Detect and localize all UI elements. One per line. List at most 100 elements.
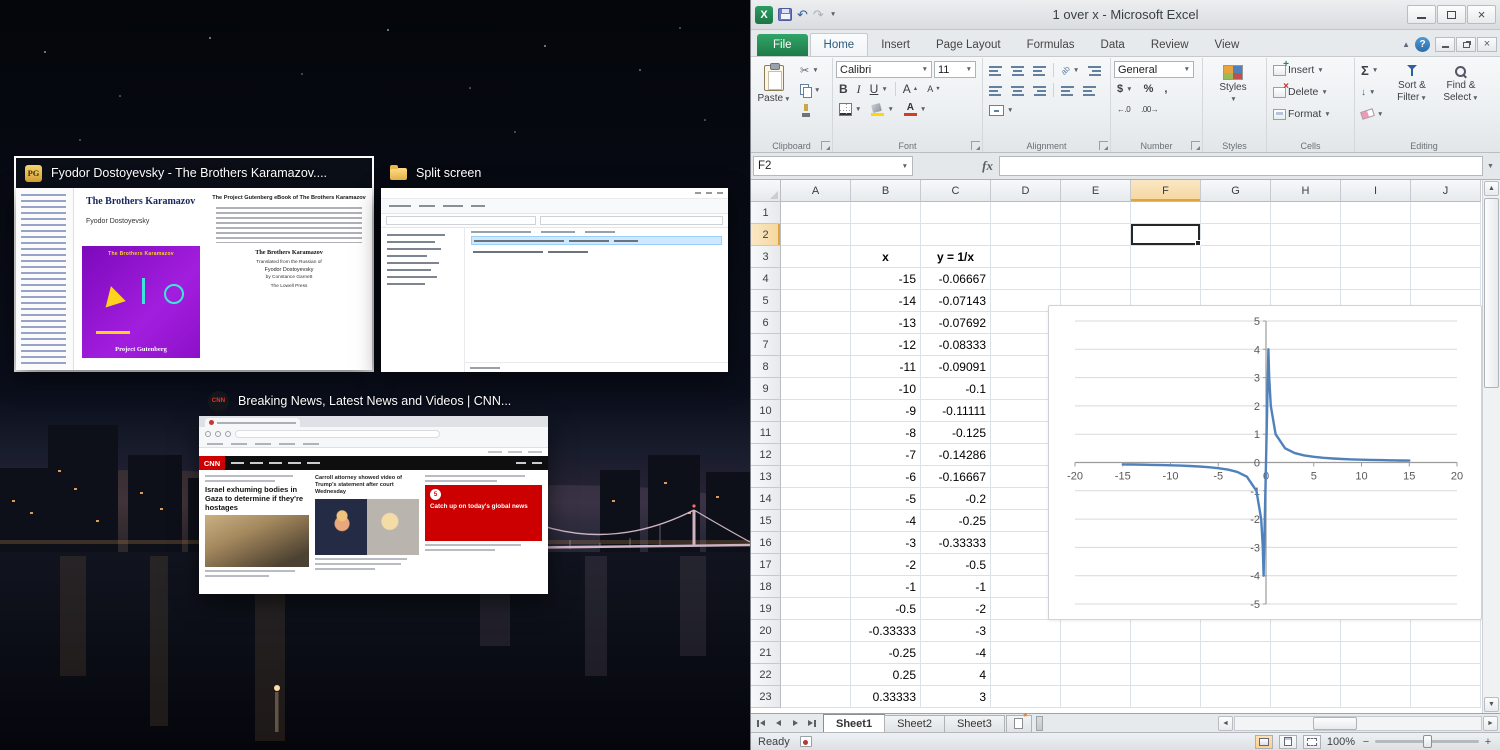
cell-D20[interactable] [991, 620, 1061, 642]
cell-C12[interactable]: -0.14286 [921, 444, 991, 466]
align-center-button[interactable] [1008, 81, 1027, 99]
cell-B8[interactable]: -11 [851, 356, 921, 378]
cell-B19[interactable]: -0.5 [851, 598, 921, 620]
excel-app-icon[interactable]: X [755, 6, 773, 24]
cell-J20[interactable] [1411, 620, 1481, 642]
cell-B21[interactable]: -0.25 [851, 642, 921, 664]
row-header-18[interactable]: 18 [751, 576, 781, 598]
autosum-button[interactable]: Σ▼ [1358, 61, 1386, 79]
align-bottom-button[interactable] [1030, 61, 1049, 79]
font-dialog-launcher[interactable] [971, 141, 980, 150]
row-header-8[interactable]: 8 [751, 356, 781, 378]
column-header-B[interactable]: B [851, 180, 921, 202]
cell-D21[interactable] [991, 642, 1061, 664]
cell-H1[interactable] [1271, 202, 1341, 224]
row-header-16[interactable]: 16 [751, 532, 781, 554]
italic-button[interactable]: I [854, 80, 864, 98]
previous-sheet-button[interactable] [770, 716, 786, 731]
ribbon-tab-file[interactable]: File [757, 34, 808, 56]
cell-C20[interactable]: -3 [921, 620, 991, 642]
cell-D4[interactable] [991, 268, 1061, 290]
cell-B11[interactable]: -8 [851, 422, 921, 444]
cell-J22[interactable] [1411, 664, 1481, 686]
cell-B14[interactable]: -5 [851, 488, 921, 510]
cell-B17[interactable]: -2 [851, 554, 921, 576]
cell-E4[interactable] [1061, 268, 1131, 290]
cell-C21[interactable]: -4 [921, 642, 991, 664]
cell-C14[interactable]: -0.2 [921, 488, 991, 510]
cell-G20[interactable] [1201, 620, 1271, 642]
cell-C22[interactable]: 4 [921, 664, 991, 686]
cell-H21[interactable] [1271, 642, 1341, 664]
increase-indent-button[interactable] [1080, 81, 1099, 99]
row-header-2[interactable]: 2 [751, 224, 781, 246]
cell-A7[interactable] [781, 334, 851, 356]
cell-I2[interactable] [1341, 224, 1411, 246]
row-header-21[interactable]: 21 [751, 642, 781, 664]
cell-H20[interactable] [1271, 620, 1341, 642]
zoom-in-button[interactable]: + [1483, 736, 1493, 748]
cell-A2[interactable] [781, 224, 851, 246]
row-header-15[interactable]: 15 [751, 510, 781, 532]
font-name-combo[interactable]: Calibri▼ [836, 61, 932, 78]
sheet-tab-sheet2[interactable]: Sheet2 [884, 715, 945, 732]
insert-cells-button[interactable]: Insert▼ [1270, 61, 1351, 79]
shrink-font-button[interactable]: A▼ [924, 80, 943, 98]
zoom-slider-thumb[interactable] [1423, 735, 1432, 748]
formula-input[interactable] [999, 156, 1483, 176]
cell-B1[interactable] [851, 202, 921, 224]
cell-A10[interactable] [781, 400, 851, 422]
bold-button[interactable]: B [836, 80, 851, 98]
cell-A1[interactable] [781, 202, 851, 224]
horizontal-scroll-thumb[interactable] [1313, 717, 1357, 730]
qat-customize-button[interactable]: ▼ [830, 11, 836, 18]
select-all-corner[interactable] [751, 180, 781, 202]
scroll-up-button[interactable]: ▲ [1484, 181, 1499, 196]
hscroll-right-button[interactable]: ► [1483, 716, 1498, 731]
ribbon-tab-home[interactable]: Home [810, 33, 869, 56]
cell-B15[interactable]: -4 [851, 510, 921, 532]
cell-A19[interactable] [781, 598, 851, 620]
cell-I20[interactable] [1341, 620, 1411, 642]
row-header-12[interactable]: 12 [751, 444, 781, 466]
cell-C13[interactable]: -0.16667 [921, 466, 991, 488]
cell-B5[interactable]: -14 [851, 290, 921, 312]
row-header-17[interactable]: 17 [751, 554, 781, 576]
column-header-I[interactable]: I [1341, 180, 1411, 202]
column-header-H[interactable]: H [1271, 180, 1341, 202]
font-size-combo[interactable]: 11▼ [934, 61, 976, 78]
cell-J23[interactable] [1411, 686, 1481, 708]
paste-button[interactable]: Paste▼ [754, 61, 794, 125]
cell-B6[interactable]: -13 [851, 312, 921, 334]
cell-F2[interactable] [1131, 224, 1201, 246]
cell-B7[interactable]: -12 [851, 334, 921, 356]
cell-F4[interactable] [1131, 268, 1201, 290]
cell-B16[interactable]: -3 [851, 532, 921, 554]
cell-A18[interactable] [781, 576, 851, 598]
maximize-button[interactable] [1437, 5, 1466, 24]
cell-B10[interactable]: -9 [851, 400, 921, 422]
cell-F1[interactable] [1131, 202, 1201, 224]
cell-G22[interactable] [1201, 664, 1271, 686]
cell-B12[interactable]: -7 [851, 444, 921, 466]
cell-C5[interactable]: -0.07143 [921, 290, 991, 312]
increase-decimal-button[interactable]: ←.0 [1114, 100, 1133, 118]
cell-I4[interactable] [1341, 268, 1411, 290]
tab-split-handle[interactable] [1036, 716, 1043, 731]
cell-A17[interactable] [781, 554, 851, 576]
cell-J1[interactable] [1411, 202, 1481, 224]
scroll-down-button[interactable]: ▼ [1484, 697, 1499, 712]
cell-A14[interactable] [781, 488, 851, 510]
cell-A8[interactable] [781, 356, 851, 378]
cell-C19[interactable]: -2 [921, 598, 991, 620]
cell-F20[interactable] [1131, 620, 1201, 642]
cell-F22[interactable] [1131, 664, 1201, 686]
cell-C18[interactable]: -1 [921, 576, 991, 598]
cell-A20[interactable] [781, 620, 851, 642]
row-header-11[interactable]: 11 [751, 422, 781, 444]
name-box[interactable]: F2 ▼ [753, 156, 913, 176]
last-sheet-button[interactable] [804, 716, 820, 731]
fill-color-button[interactable]: ▼ [868, 100, 896, 118]
cell-B2[interactable] [851, 224, 921, 246]
accounting-format-button[interactable]: $▼ [1114, 80, 1136, 98]
